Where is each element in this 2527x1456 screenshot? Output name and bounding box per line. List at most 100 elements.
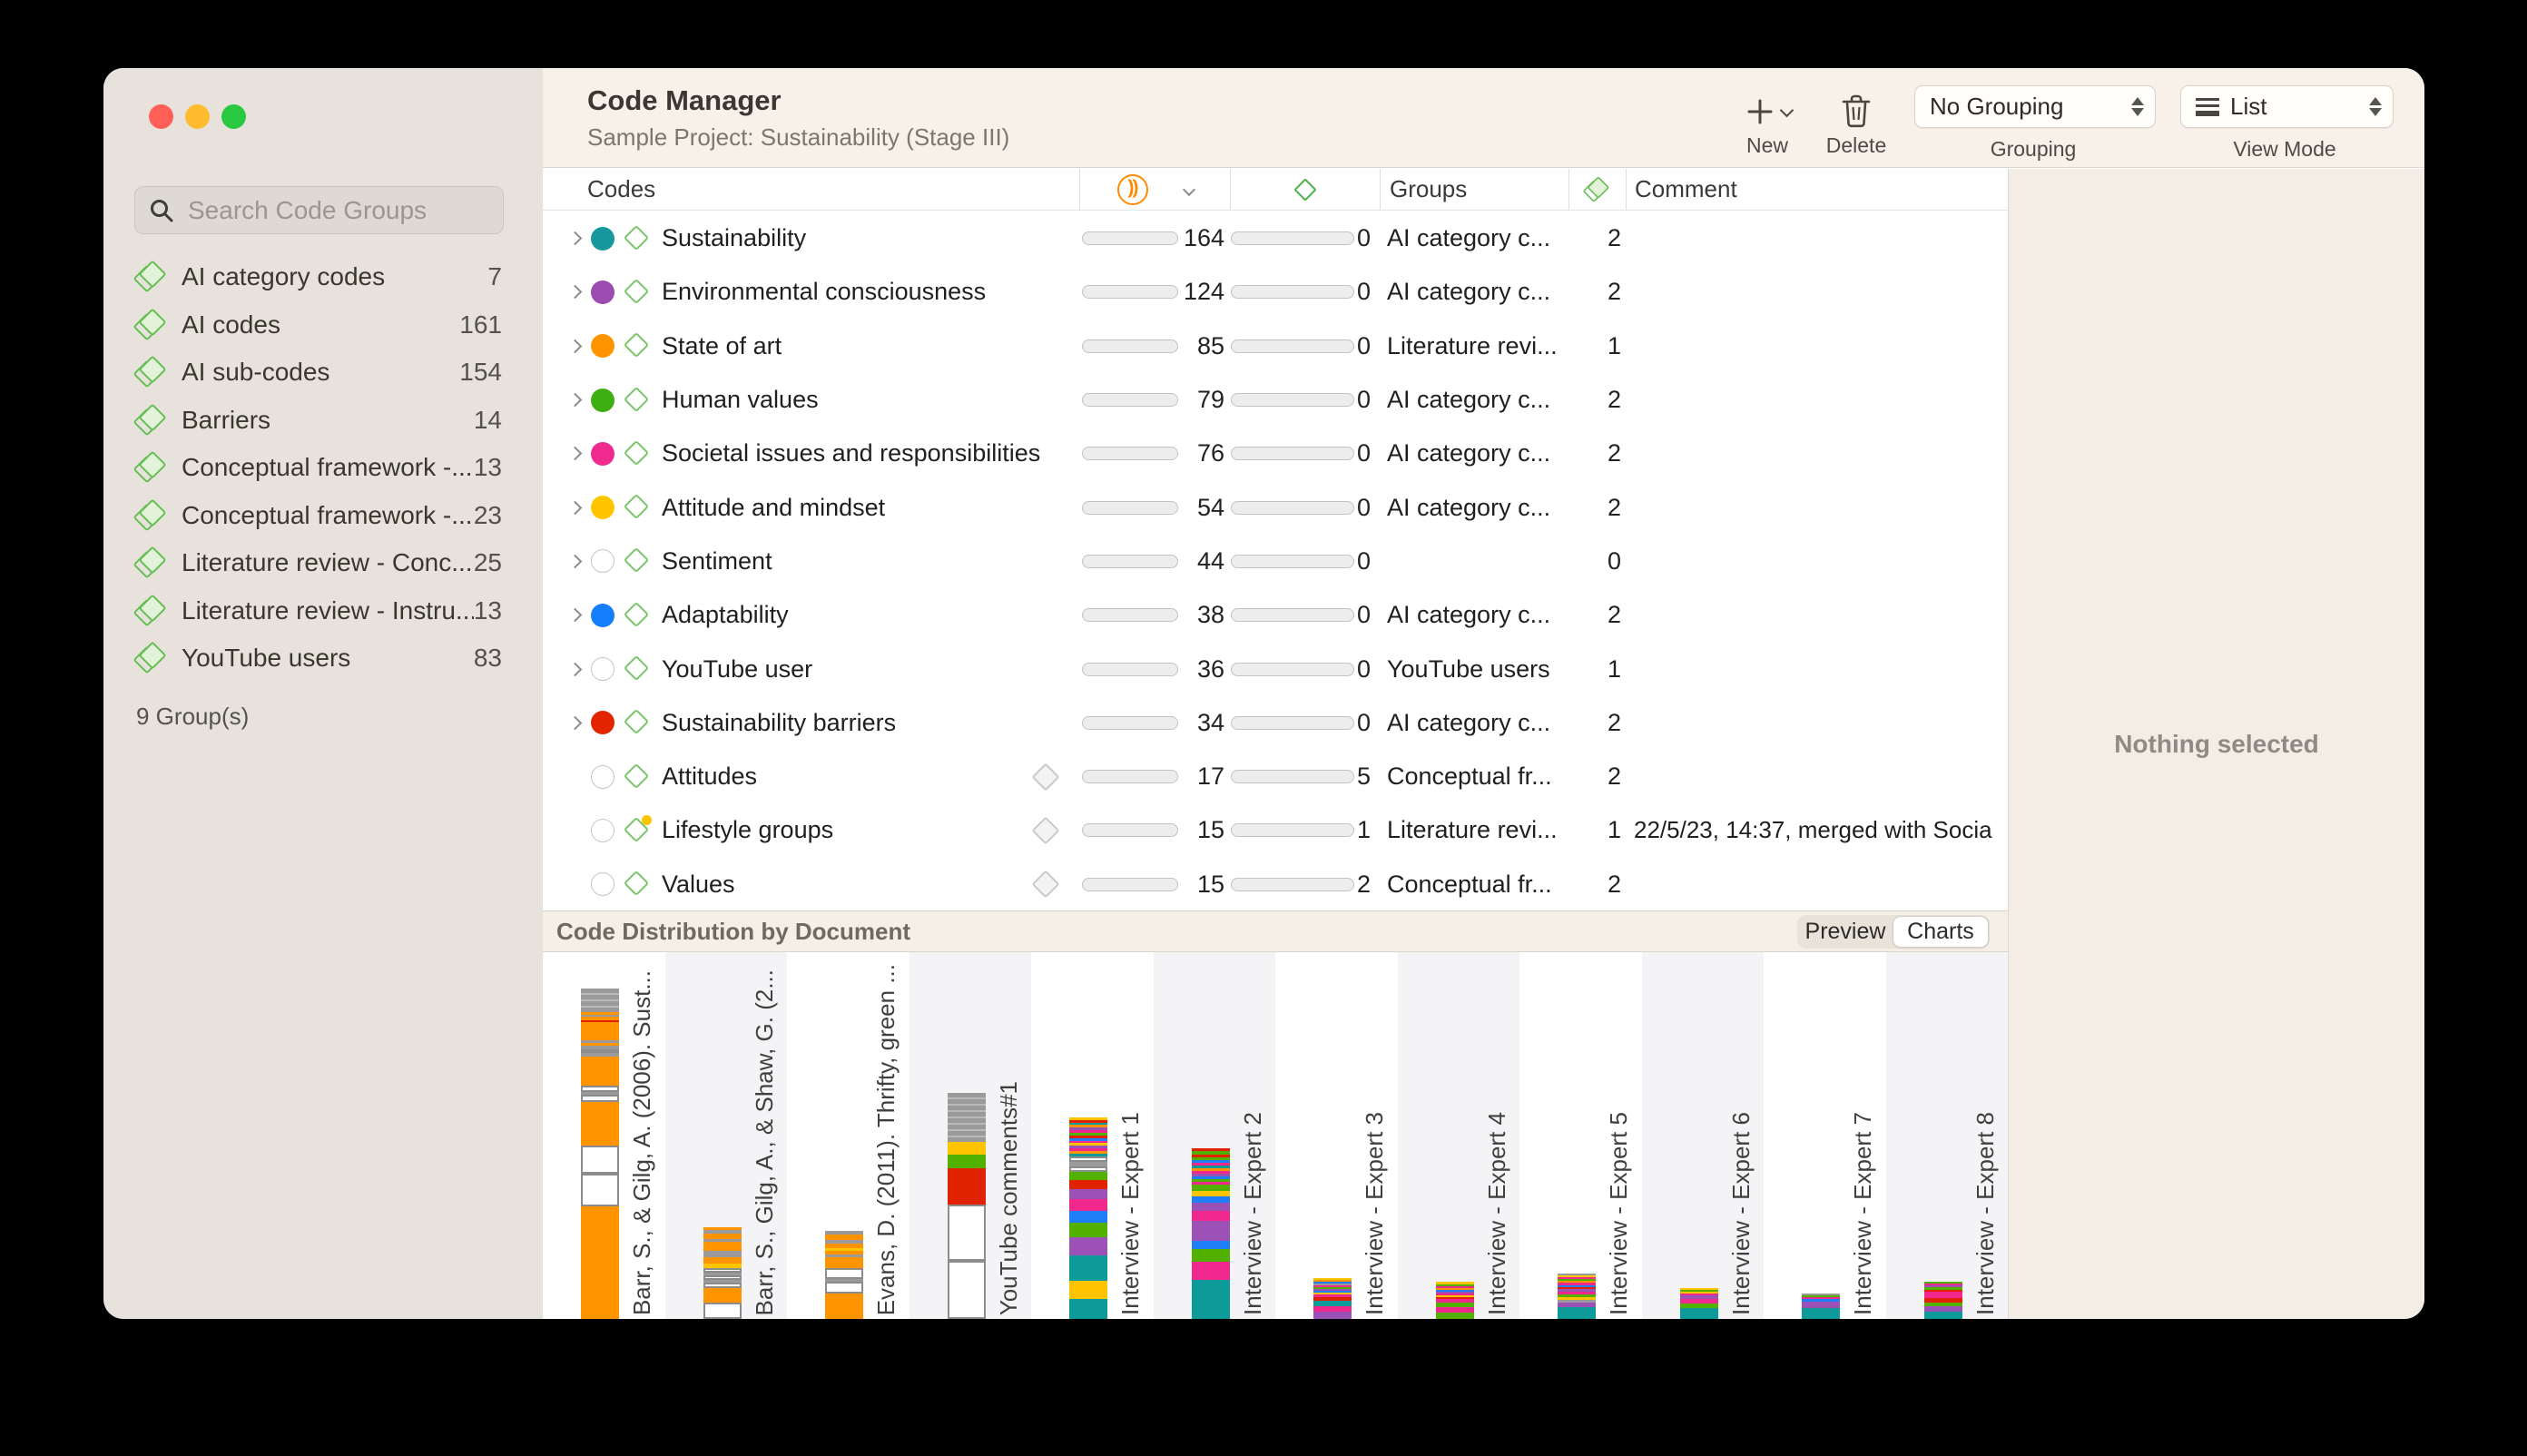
bar-segment: [581, 1086, 619, 1092]
minimize-window-button[interactable]: [185, 104, 210, 129]
code-color-dot[interactable]: [591, 442, 615, 466]
segments-count: 85: [1178, 332, 1224, 360]
documents-bar: [1231, 285, 1354, 299]
table-row[interactable]: YouTube user 36 0 YouTube users 1: [543, 642, 2008, 695]
code-color-dot[interactable]: [591, 819, 615, 842]
bar-segment: [1192, 1203, 1230, 1211]
view-mode-select[interactable]: List: [2180, 85, 2394, 128]
bar-segment: [1924, 1312, 1962, 1319]
sidebar-group-item[interactable]: AI category codes 7: [103, 253, 543, 301]
expand-chevron-icon[interactable]: [568, 231, 583, 246]
column-header-comment[interactable]: Comment: [1626, 169, 2008, 210]
table-row[interactable]: Sentiment 44 0 0: [543, 535, 2008, 588]
code-color-dot[interactable]: [591, 657, 615, 681]
table-row[interactable]: Adaptability 38 0 AI category c... 2: [543, 588, 2008, 642]
code-color-dot[interactable]: [591, 227, 615, 251]
code-color-dot[interactable]: [591, 334, 615, 358]
bar-segment: [1069, 1281, 1107, 1299]
code-color-dot[interactable]: [591, 389, 615, 412]
expand-chevron-icon[interactable]: [568, 500, 583, 515]
table-row[interactable]: State of art 85 0 Literature revi... 1: [543, 320, 2008, 373]
code-color-dot[interactable]: [591, 711, 615, 734]
bar-segment: [1802, 1302, 1840, 1308]
table-row[interactable]: Societal issues and responsibilities 76 …: [543, 427, 2008, 480]
table-row[interactable]: Attitudes 17 5 Conceptual fr... 2: [543, 750, 2008, 803]
segments-count: 79: [1178, 386, 1224, 414]
expand-chevron-icon[interactable]: [568, 608, 583, 623]
sidebar-group-item[interactable]: YouTube users 83: [103, 635, 543, 683]
tab-preview[interactable]: Preview: [1798, 916, 1893, 948]
code-color-dot[interactable]: [591, 496, 615, 519]
delete-button-label: Delete: [1811, 133, 1902, 158]
code-group-icon: [136, 261, 167, 292]
sidebar-group-item[interactable]: AI sub-codes 154: [103, 349, 543, 397]
code-manager-window: AI category codes 7 AI codes 161 AI sub-…: [103, 68, 2424, 1319]
sidebar-group-item[interactable]: Literature review - Conc... 25: [103, 539, 543, 587]
export-button[interactable]: Export: [2403, 81, 2424, 158]
stacked-bar: [1924, 1282, 1962, 1319]
column-header-group-count[interactable]: [1568, 169, 1626, 210]
code-diamond-icon: [624, 494, 651, 521]
new-button[interactable]: New: [1715, 81, 1820, 158]
expand-chevron-icon[interactable]: [568, 339, 583, 353]
column-header-groups[interactable]: Groups: [1380, 169, 1568, 210]
documents-count: 0: [1354, 439, 1371, 467]
sidebar-group-item[interactable]: Barriers 14: [103, 397, 543, 445]
expand-chevron-icon[interactable]: [568, 716, 583, 731]
expand-chevron-icon[interactable]: [568, 555, 583, 569]
table-row[interactable]: Values 15 2 Conceptual fr... 2: [543, 858, 2008, 910]
search-input[interactable]: [134, 186, 504, 234]
documents-count: 0: [1354, 386, 1371, 414]
code-color-dot[interactable]: [591, 765, 615, 789]
close-window-button[interactable]: [149, 104, 173, 129]
column-header-codes[interactable]: Codes: [543, 169, 1079, 210]
bar-segment: [581, 989, 619, 1012]
bar-label: Barr, S., Gilg, A., & Shaw, G. (2...: [751, 969, 779, 1315]
expand-chevron-icon[interactable]: [568, 447, 583, 461]
code-group-search: [134, 186, 504, 234]
column-header-coded-segments[interactable]: )): [1079, 169, 1230, 210]
expand-chevron-icon[interactable]: [568, 662, 583, 676]
group-count-cell: 1: [1568, 332, 1626, 360]
sidebar-group-item[interactable]: AI codes 161: [103, 301, 543, 349]
code-color-dot[interactable]: [591, 549, 615, 573]
sidebar-group-item[interactable]: Conceptual framework -... 23: [103, 492, 543, 540]
bar-segment: [703, 1242, 742, 1251]
documents-count: 2: [1354, 871, 1371, 899]
group-cell: Literature revi...: [1380, 332, 1568, 360]
segments-bar: [1082, 285, 1178, 299]
table-row[interactable]: Sustainability 164 0 AI category c... 2: [543, 212, 2008, 265]
code-color-dot[interactable]: [591, 280, 615, 304]
code-name: Human values: [662, 386, 819, 414]
table-row[interactable]: Attitude and mindset 54 0 AI category c.…: [543, 480, 2008, 534]
bar-segment: [703, 1288, 742, 1303]
table-row[interactable]: Sustainability barriers 34 0 AI category…: [543, 696, 2008, 750]
sidebar-group-item[interactable]: Literature review - Instru... 13: [103, 587, 543, 635]
code-color-dot[interactable]: [591, 872, 615, 896]
tab-charts[interactable]: Charts: [1893, 916, 1989, 948]
grouping-select[interactable]: No Grouping: [1914, 85, 2156, 128]
sidebar-group-item[interactable]: Conceptual framework -... 13: [103, 444, 543, 492]
delete-button[interactable]: Delete: [1811, 81, 1902, 158]
zoom-window-button[interactable]: [221, 104, 246, 129]
bar-segment: [703, 1303, 742, 1319]
group-cell: AI category c...: [1380, 601, 1568, 629]
bar-segment: [1069, 1255, 1107, 1281]
expand-chevron-icon[interactable]: [568, 393, 583, 408]
group-cell: AI category c...: [1380, 709, 1568, 737]
stepper-icon: [2131, 97, 2144, 116]
group-count: 161: [459, 310, 502, 339]
expand-chevron-icon[interactable]: [568, 285, 583, 300]
stacked-bar: [1069, 1117, 1107, 1319]
bar-label: Interview - Expert 2: [1239, 1112, 1267, 1315]
stacked-bar: [1802, 1294, 1840, 1319]
table-row[interactable]: Human values 79 0 AI category c... 2: [543, 373, 2008, 427]
bar-label: Interview - Expert 6: [1727, 1112, 1755, 1315]
column-header-documents[interactable]: [1230, 169, 1380, 210]
group-cell: YouTube users: [1380, 655, 1568, 684]
group-count: 13: [474, 596, 502, 625]
table-row[interactable]: Environmental consciousness 124 0 AI cat…: [543, 265, 2008, 319]
table-row[interactable]: Lifestyle groups 15 1 Literature revi...…: [543, 803, 2008, 857]
code-name: Adaptability: [662, 601, 789, 629]
code-color-dot[interactable]: [591, 604, 615, 627]
